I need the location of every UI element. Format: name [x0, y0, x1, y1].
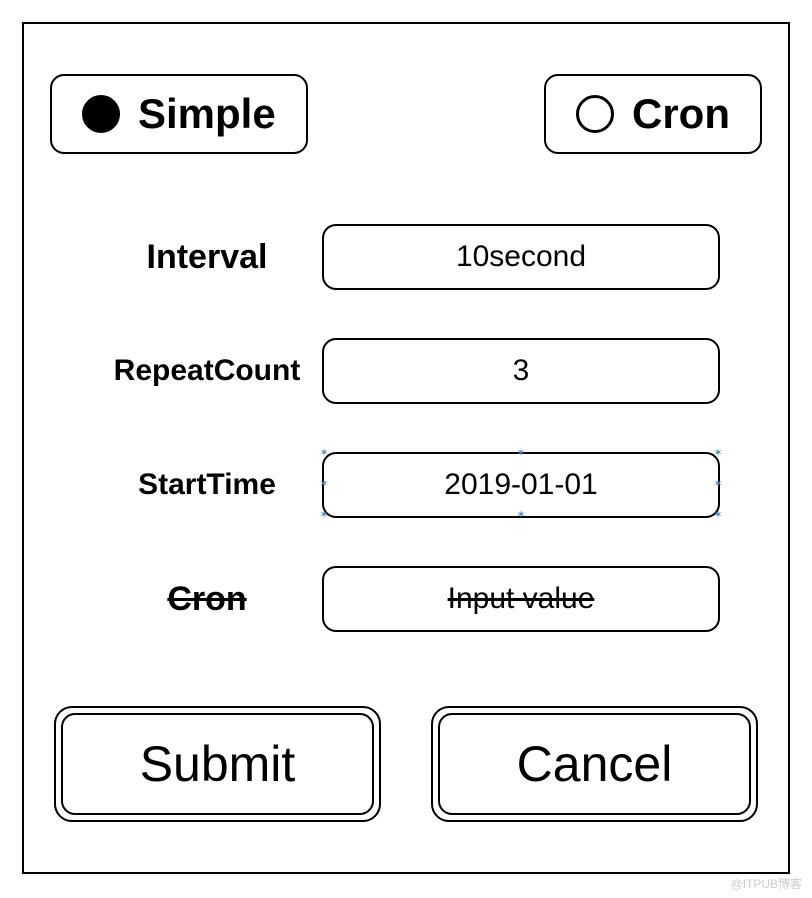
- radio-cron-label: Cron: [632, 90, 730, 138]
- selection-handle-icon[interactable]: [711, 509, 725, 523]
- starttime-label: StartTime: [92, 468, 322, 502]
- repeatcount-label: RepeatCount: [92, 354, 322, 388]
- submit-button[interactable]: Submit: [54, 706, 381, 822]
- selection-handle-icon[interactable]: [317, 447, 331, 461]
- starttime-row: StartTime 2019-01-01: [92, 452, 720, 518]
- repeatcount-input[interactable]: 3: [322, 338, 720, 404]
- selection-handle-icon[interactable]: [514, 509, 528, 523]
- form-fields: Interval 10second RepeatCount 3 StartTim…: [92, 224, 720, 680]
- interval-row: Interval 10second: [92, 224, 720, 290]
- selection-handle-icon[interactable]: [711, 478, 725, 492]
- submit-label: Submit: [140, 735, 296, 793]
- radio-empty-icon: [576, 95, 614, 133]
- form-frame: Simple Cron Interval 10second RepeatCoun…: [22, 22, 790, 874]
- radio-group: Simple Cron: [50, 74, 762, 154]
- radio-filled-icon: [82, 95, 120, 133]
- interval-input[interactable]: 10second: [322, 224, 720, 290]
- repeatcount-row: RepeatCount 3: [92, 338, 720, 404]
- radio-simple[interactable]: Simple: [50, 74, 308, 154]
- cron-value: Input value: [448, 582, 595, 616]
- radio-cron[interactable]: Cron: [544, 74, 762, 154]
- button-row: Submit Cancel: [54, 706, 758, 822]
- starttime-value: 2019-01-01: [444, 468, 597, 502]
- selection-handle-icon[interactable]: [317, 478, 331, 492]
- starttime-input[interactable]: 2019-01-01: [322, 452, 720, 518]
- cron-row: Cron Input value: [92, 566, 720, 632]
- interval-value: 10second: [456, 240, 586, 274]
- cancel-label: Cancel: [517, 735, 673, 793]
- watermark: @ITPUB博客: [730, 875, 802, 892]
- selection-handle-icon[interactable]: [711, 447, 725, 461]
- cron-label: Cron: [92, 580, 322, 619]
- selection-handle-icon[interactable]: [514, 447, 528, 461]
- cancel-button[interactable]: Cancel: [431, 706, 758, 822]
- radio-simple-label: Simple: [138, 90, 276, 138]
- cron-input: Input value: [322, 566, 720, 632]
- repeatcount-value: 3: [513, 354, 530, 388]
- selection-handle-icon[interactable]: [317, 509, 331, 523]
- interval-label: Interval: [92, 238, 322, 277]
